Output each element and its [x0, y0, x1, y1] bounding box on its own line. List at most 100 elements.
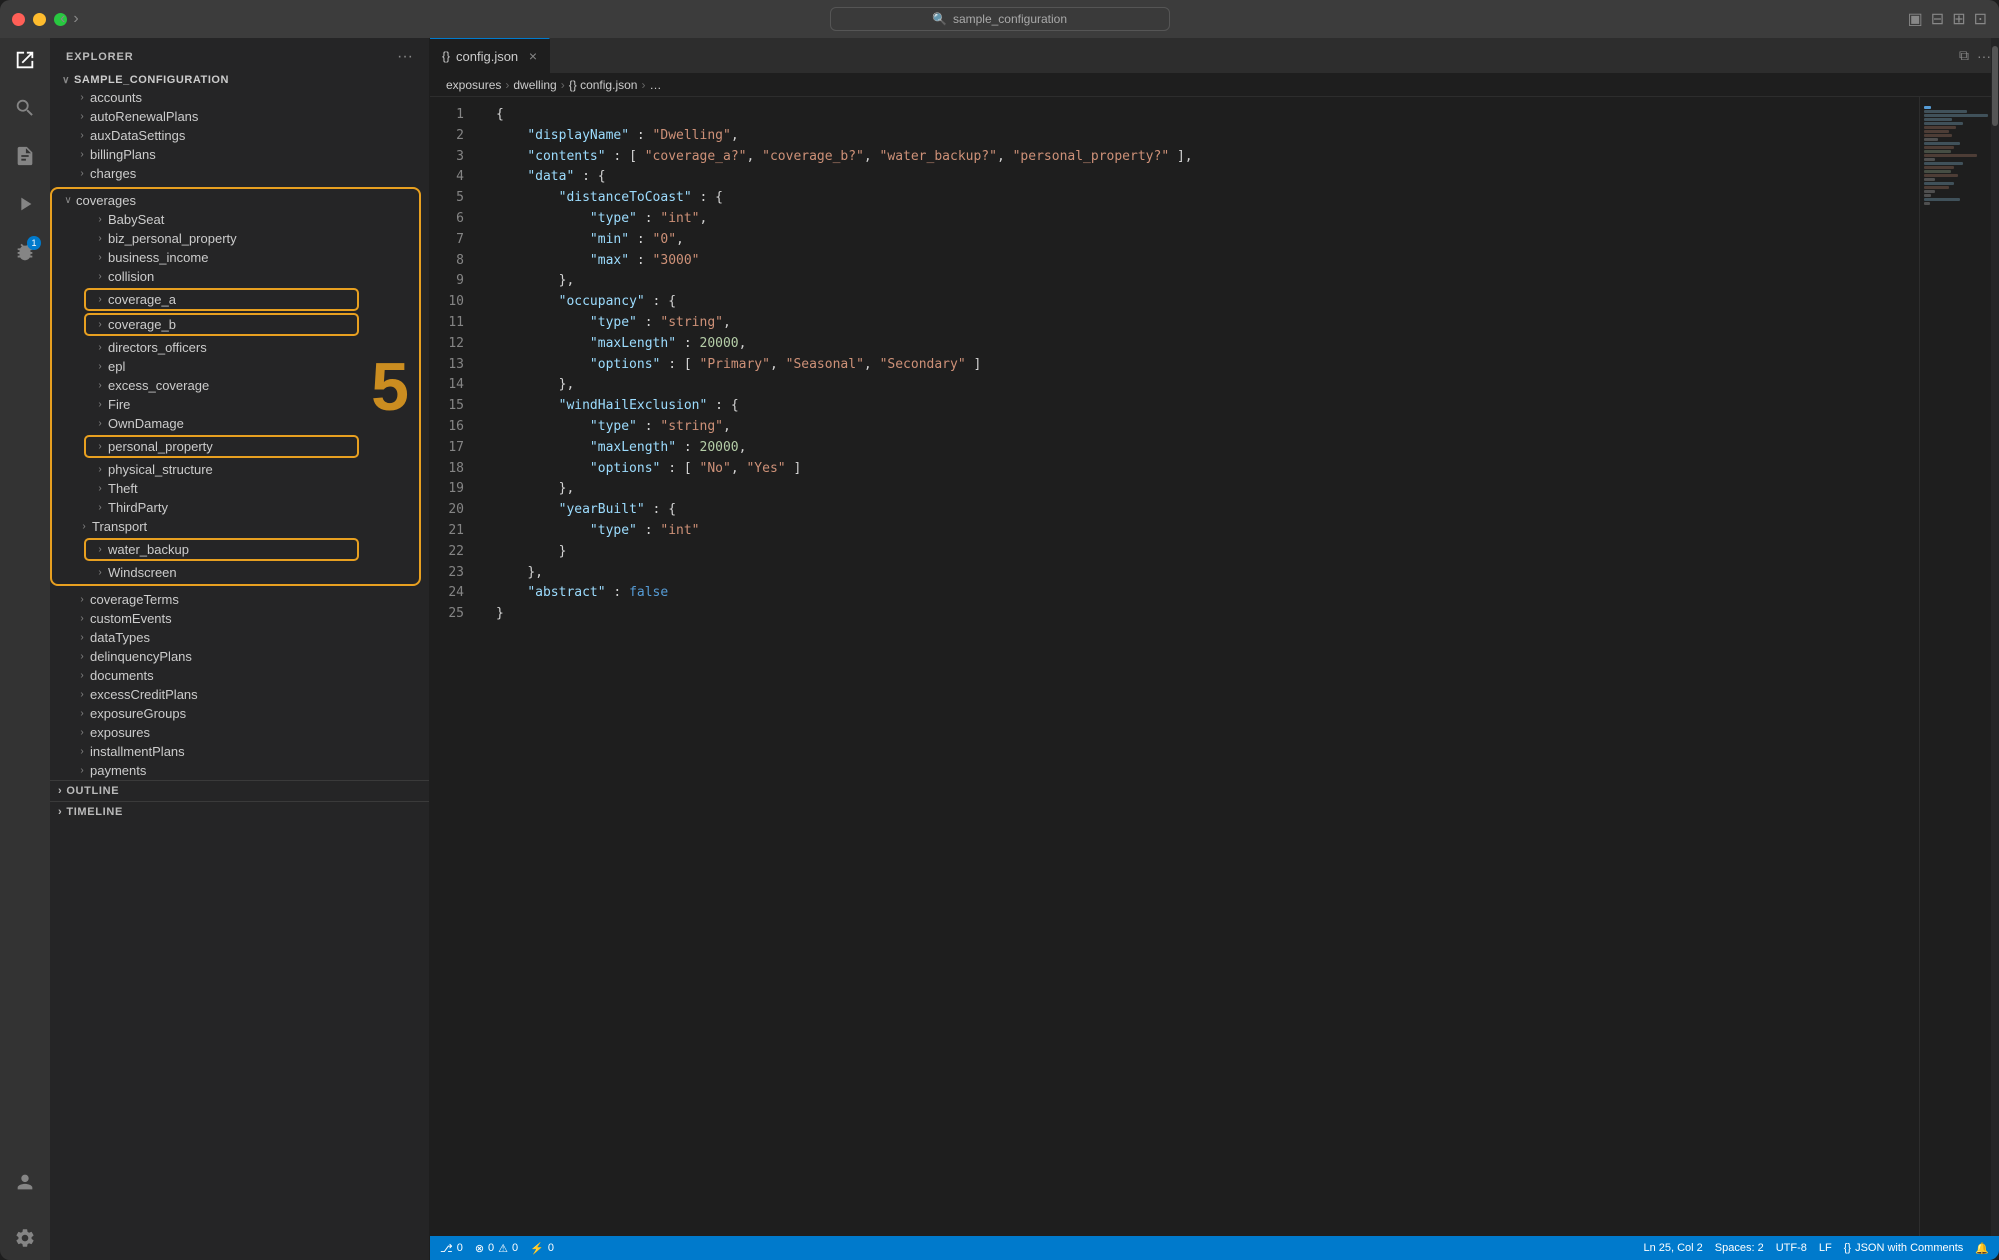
sidebar-item-business_income[interactable]: › business_income: [52, 248, 419, 267]
documents-arrow: ›: [74, 670, 90, 681]
sidebar-item-Fire[interactable]: › Fire: [52, 395, 419, 414]
BabySeat-label: BabySeat: [108, 212, 419, 227]
encoding-status[interactable]: UTF-8: [1776, 1242, 1807, 1254]
sidebar-item-dataTypes[interactable]: › dataTypes: [50, 628, 429, 647]
more-tabs-icon[interactable]: ···: [1977, 48, 1991, 64]
sidebar-item-Theft[interactable]: › Theft: [52, 479, 419, 498]
run-activity-icon[interactable]: [11, 190, 39, 218]
sidebar-item-physical_structure[interactable]: › physical_structure: [52, 460, 419, 479]
accounts-activity-icon[interactable]: [11, 1168, 39, 1196]
extensions-activity-icon[interactable]: 1: [11, 238, 39, 266]
breadcrumb-config-json[interactable]: {} config.json: [569, 78, 638, 92]
sidebar-item-collision[interactable]: › collision: [52, 267, 419, 286]
indentation-status[interactable]: Spaces: 2: [1715, 1242, 1764, 1254]
timeline-arrow: ›: [58, 806, 62, 818]
sidebar-item-coverage_a[interactable]: › coverage_a: [84, 288, 359, 311]
minimap-line: [1924, 158, 1935, 161]
coverage_b-label: coverage_b: [108, 317, 351, 332]
sidebar-item-autoRenewalPlans[interactable]: › autoRenewalPlans: [50, 107, 429, 126]
extensions-badge: 1: [27, 236, 41, 250]
root-folder[interactable]: ∨ SAMPLE_CONFIGURATION: [50, 72, 429, 88]
back-button[interactable]: ‹: [60, 10, 65, 28]
code-editor[interactable]: { "displayName" : "Dwelling", "contents"…: [480, 97, 1919, 1236]
encoding-text: UTF-8: [1776, 1242, 1807, 1254]
tab-close-button[interactable]: ×: [529, 48, 537, 64]
app-body: 1 EXPLORER ··· ∨ SAMPLE_CONFIGURATION: [0, 38, 1999, 1260]
sidebar-item-personal_property[interactable]: › personal_property: [84, 435, 359, 458]
breadcrumb-exposures[interactable]: exposures: [446, 78, 501, 92]
exposureGroups-label: exposureGroups: [90, 706, 429, 721]
search-activity-icon[interactable]: [11, 94, 39, 122]
directors_officers-arrow: ›: [92, 342, 108, 353]
layout-icon-3[interactable]: ⊞: [1952, 9, 1965, 29]
sidebar-item-coverageTerms[interactable]: › coverageTerms: [50, 590, 429, 609]
coverage_b-arrow: ›: [92, 319, 108, 330]
sidebar-item-OwnDamage[interactable]: › OwnDamage: [52, 414, 419, 433]
sidebar-item-exposureGroups[interactable]: › exposureGroups: [50, 704, 429, 723]
minimap-line: [1924, 114, 1988, 117]
language-status[interactable]: {} JSON with Comments: [1844, 1242, 1964, 1254]
search-bar[interactable]: 🔍 sample_configuration: [830, 7, 1170, 31]
sidebar-item-accounts[interactable]: › accounts: [50, 88, 429, 107]
sidebar-item-ThirdParty[interactable]: › ThirdParty: [52, 498, 419, 517]
sidebar-item-billingPlans[interactable]: › billingPlans: [50, 145, 429, 164]
close-button[interactable]: [12, 13, 25, 26]
sidebar-item-documents[interactable]: › documents: [50, 666, 429, 685]
editor-content: 1234567891011121314151617181920212223242…: [430, 97, 1999, 1236]
sidebar-item-epl[interactable]: › epl: [52, 357, 419, 376]
sidebar: EXPLORER ··· ∨ SAMPLE_CONFIGURATION › ac…: [50, 38, 430, 1260]
sidebar-item-Transport[interactable]: › Transport: [52, 517, 419, 536]
layout-icon-4[interactable]: ⊡: [1974, 9, 1987, 29]
warning-count: 0: [512, 1242, 518, 1254]
explorer-more-button[interactable]: ···: [397, 48, 413, 66]
sidebar-item-Windscreen[interactable]: › Windscreen: [52, 563, 419, 582]
scrollbar-thumb[interactable]: [1992, 97, 1998, 126]
source-control-activity-icon[interactable]: [11, 142, 39, 170]
timeline-header[interactable]: › TIMELINE: [50, 802, 429, 822]
notifications-bell[interactable]: 🔔: [1975, 1242, 1989, 1255]
outline-header[interactable]: › OUTLINE: [50, 781, 429, 801]
sidebar-item-charges[interactable]: › charges: [50, 164, 429, 183]
forward-button[interactable]: ›: [73, 10, 78, 28]
cursor-position[interactable]: Ln 25, Col 2: [1643, 1242, 1702, 1254]
sidebar-item-exposures[interactable]: › exposures: [50, 723, 429, 742]
sidebar-content[interactable]: ∨ SAMPLE_CONFIGURATION › accounts › auto…: [50, 72, 429, 1260]
sidebar-item-auxDataSettings[interactable]: › auxDataSettings: [50, 126, 429, 145]
sidebar-item-customEvents[interactable]: › customEvents: [50, 609, 429, 628]
sidebar-item-coverage_b[interactable]: › coverage_b: [84, 313, 359, 336]
breadcrumb-dwelling[interactable]: dwelling: [513, 78, 556, 92]
minimize-button[interactable]: [33, 13, 46, 26]
sidebar-item-water_backup[interactable]: › water_backup: [84, 538, 359, 561]
sidebar-item-BabySeat[interactable]: › BabySeat: [52, 210, 419, 229]
minimap-line: [1924, 162, 1963, 165]
settings-activity-icon[interactable]: [11, 1224, 39, 1252]
timeline-section: › TIMELINE: [50, 801, 429, 822]
customEvents-label: customEvents: [90, 611, 429, 626]
layout-icon-2[interactable]: ⊟: [1931, 9, 1944, 29]
sidebar-item-installmentPlans[interactable]: › installmentPlans: [50, 742, 429, 761]
extension-status[interactable]: ⚡ 0: [530, 1242, 554, 1255]
sidebar-item-biz_personal_property[interactable]: › biz_personal_property: [52, 229, 419, 248]
git-branch-status[interactable]: ⎇ 0: [440, 1242, 463, 1255]
titlebar-nav: ‹ ›: [60, 10, 79, 28]
accounts-arrow: ›: [74, 92, 90, 103]
sidebar-item-delinquencyPlans[interactable]: › delinquencyPlans: [50, 647, 429, 666]
minimap-line: [1924, 106, 1931, 109]
sidebar-item-excessCreditPlans[interactable]: › excessCreditPlans: [50, 685, 429, 704]
eol-status[interactable]: LF: [1819, 1242, 1832, 1254]
breadcrumb-more[interactable]: …: [649, 78, 661, 92]
explorer-activity-icon[interactable]: [11, 46, 39, 74]
config-json-tab[interactable]: {} config.json ×: [430, 38, 550, 73]
errors-warnings-status[interactable]: ⊗ 0 ⚠ 0: [475, 1242, 518, 1255]
Theft-arrow: ›: [92, 483, 108, 494]
sidebar-item-coverages[interactable]: ∨ coverages: [52, 191, 419, 210]
sidebar-item-directors_officers[interactable]: › directors_officers: [52, 338, 419, 357]
layout-icon-1[interactable]: ▣: [1908, 9, 1923, 29]
business_income-label: business_income: [108, 250, 419, 265]
sidebar-item-excess_coverage[interactable]: › excess_coverage: [52, 376, 419, 395]
auxDataSettings-label: auxDataSettings: [90, 128, 429, 143]
split-editor-icon[interactable]: ⧉: [1959, 47, 1969, 64]
autoRenewalPlans-arrow: ›: [74, 111, 90, 122]
sidebar-item-payments[interactable]: › payments: [50, 761, 429, 780]
line-numbers: 1234567891011121314151617181920212223242…: [430, 97, 480, 1236]
